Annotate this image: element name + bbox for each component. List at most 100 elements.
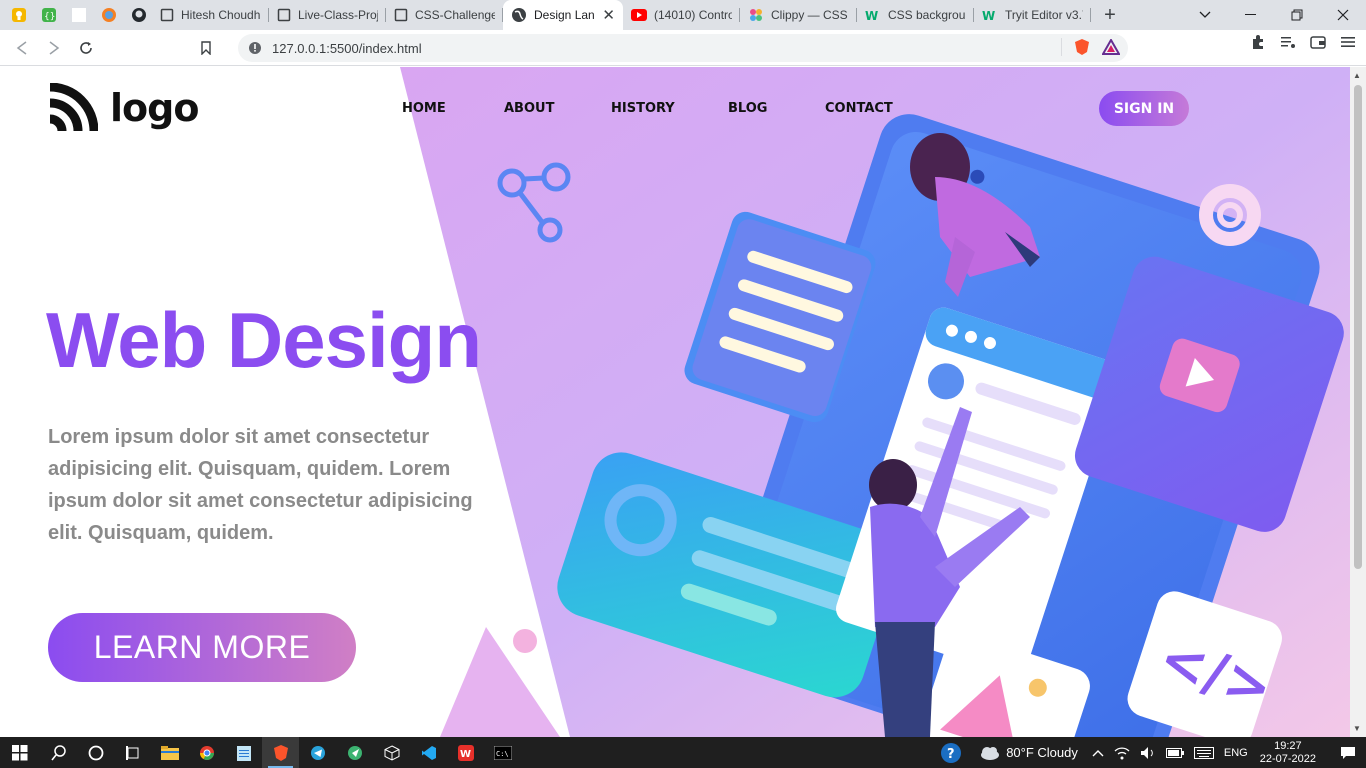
media-playlist-icon[interactable]: [1280, 34, 1296, 50]
tab-title: CSS backgroun: [888, 8, 966, 22]
taskbar-chrome[interactable]: [188, 737, 225, 768]
start-button[interactable]: [0, 737, 40, 768]
wifi-icon[interactable]: [1114, 746, 1130, 760]
page-icon: [160, 8, 174, 22]
learn-more-button[interactable]: LEARN MORE: [48, 613, 356, 682]
clock-date: 22-07-2022: [1259, 752, 1316, 765]
page-viewport: </> logo HOME ABOUT HISTORY BLOG CONTACT…: [0, 67, 1350, 737]
site-logo[interactable]: logo: [48, 83, 199, 133]
nav-blog[interactable]: BLOG: [728, 101, 825, 116]
browser-tab[interactable]: W Tryit Editor v3.7: [974, 0, 1091, 30]
browser-tab[interactable]: Live-Class-Proje: [269, 0, 386, 30]
nav-history[interactable]: HISTORY: [611, 101, 728, 116]
input-language[interactable]: ENG: [1224, 747, 1248, 759]
pinned-tab-github[interactable]: [126, 2, 152, 28]
scroll-up-icon[interactable]: ▲: [1353, 71, 1361, 80]
search-icon: [50, 744, 67, 761]
notepad-icon: [236, 745, 251, 761]
tray-icons: [1092, 746, 1214, 760]
scroll-down-icon[interactable]: ▼: [1353, 724, 1361, 733]
taskbar-task-view[interactable]: [114, 737, 151, 768]
brave-shield-icon[interactable]: [1074, 38, 1090, 56]
pinned-tabs: {}: [0, 0, 152, 30]
svg-text:W: W: [460, 749, 471, 760]
orange-circle-icon: [101, 7, 117, 23]
reload-icon: [79, 41, 93, 55]
youtube-icon: [631, 9, 647, 21]
browser-tab[interactable]: (14010) Contro: [623, 0, 740, 30]
page-icon: [394, 8, 408, 22]
taskbar-notepad[interactable]: [225, 737, 262, 768]
back-button[interactable]: [6, 32, 38, 64]
page-scrollbar[interactable]: ▲ ▼: [1350, 67, 1366, 737]
omnibox-actions: [1061, 38, 1120, 56]
chrome-icon: [199, 745, 215, 761]
minimize-icon: [1245, 14, 1257, 16]
logo-text: logo: [110, 86, 199, 130]
pinned-tab-stackoverflow[interactable]: [96, 2, 122, 28]
toolbar-right-icons: [1250, 34, 1356, 50]
pinned-tab-blank[interactable]: [66, 2, 92, 28]
taskbar-cortana[interactable]: [77, 737, 114, 768]
forward-arrow-icon: [47, 40, 61, 55]
pinned-tab-code[interactable]: {}: [36, 2, 62, 28]
tab-search-button[interactable]: [1182, 0, 1228, 30]
bookmark-icon: [200, 40, 212, 55]
taskbar-clock[interactable]: 19:27 22-07-2022: [1260, 740, 1316, 766]
menu-icon[interactable]: [1340, 34, 1356, 50]
battery-icon[interactable]: [1165, 747, 1184, 758]
svg-text:?: ?: [947, 747, 955, 762]
scrollbar-thumb[interactable]: [1354, 85, 1362, 569]
keyboard-icon[interactable]: [1193, 746, 1214, 759]
nav-about[interactable]: ABOUT: [504, 101, 611, 116]
bookmark-button[interactable]: [190, 32, 222, 64]
taskbar-3d-viewer[interactable]: [373, 737, 410, 768]
browser-tab[interactable]: Design Lan ✕: [503, 0, 623, 30]
tab-title: CSS-Challenges: [415, 8, 495, 22]
system-tray: ? 80°F Cloudy ENG 19:27 22-07-2022: [940, 737, 1366, 768]
browser-tab[interactable]: Clippy — CSS c: [740, 0, 857, 30]
minimize-button[interactable]: [1228, 0, 1274, 30]
nav-contact[interactable]: CONTACT: [825, 101, 893, 116]
close-window-button[interactable]: [1320, 0, 1366, 30]
taskbar-file-explorer[interactable]: [151, 737, 188, 768]
hero-title: Web Design: [46, 296, 482, 384]
new-tab-button[interactable]: +: [1095, 4, 1125, 27]
browser-tab[interactable]: Hitesh Choudh: [152, 0, 269, 30]
taskbar-search[interactable]: [40, 737, 77, 768]
notifications-icon[interactable]: [1330, 746, 1366, 760]
browser-tab[interactable]: CSS-Challenges: [386, 0, 503, 30]
chevron-up-icon[interactable]: [1092, 749, 1104, 757]
wallet-icon[interactable]: [1310, 34, 1326, 50]
folder-icon: [160, 745, 179, 760]
nav-home[interactable]: HOME: [402, 101, 504, 116]
pinned-tab-bulb[interactable]: [6, 2, 32, 28]
reload-button[interactable]: [70, 32, 102, 64]
cortana-circle-icon: [88, 745, 104, 761]
extensions-icon[interactable]: [1250, 34, 1266, 50]
windows-taskbar: W C:\ ? 80°F Cloudy ENG 19:27 22-07-2022: [0, 737, 1366, 768]
close-icon: [1337, 9, 1349, 21]
sign-in-button[interactable]: SIGN IN: [1099, 91, 1189, 126]
taskbar-telegram[interactable]: [299, 737, 336, 768]
url-text: 127.0.0.1:5500/index.html: [272, 40, 422, 56]
svg-text:{}: {}: [44, 12, 55, 22]
weather-text[interactable]: 80°F Cloudy: [1006, 745, 1078, 760]
address-bar[interactable]: 127.0.0.1:5500/index.html: [238, 34, 1128, 62]
taskbar-wps[interactable]: W: [447, 737, 484, 768]
volume-icon[interactable]: [1140, 746, 1156, 760]
taskbar-terminal[interactable]: C:\: [484, 737, 521, 768]
lightbulb-icon: [11, 7, 27, 23]
taskbar-vpn[interactable]: [336, 737, 373, 768]
clippy-icon: [748, 7, 764, 23]
taskbar-vscode[interactable]: [410, 737, 447, 768]
taskbar-brave[interactable]: [262, 737, 299, 768]
help-icon[interactable]: ?: [940, 742, 962, 764]
forward-button[interactable]: [38, 32, 70, 64]
terminal-icon: C:\: [493, 745, 512, 760]
restore-button[interactable]: [1274, 0, 1320, 30]
browser-tab[interactable]: W CSS backgroun: [857, 0, 974, 30]
close-tab-icon[interactable]: ✕: [602, 6, 615, 24]
brave-rewards-icon[interactable]: [1102, 39, 1120, 55]
browser-tab-strip: {} Hitesh Choudh Live-Class-Proje CSS-Chal…: [0, 0, 1366, 30]
